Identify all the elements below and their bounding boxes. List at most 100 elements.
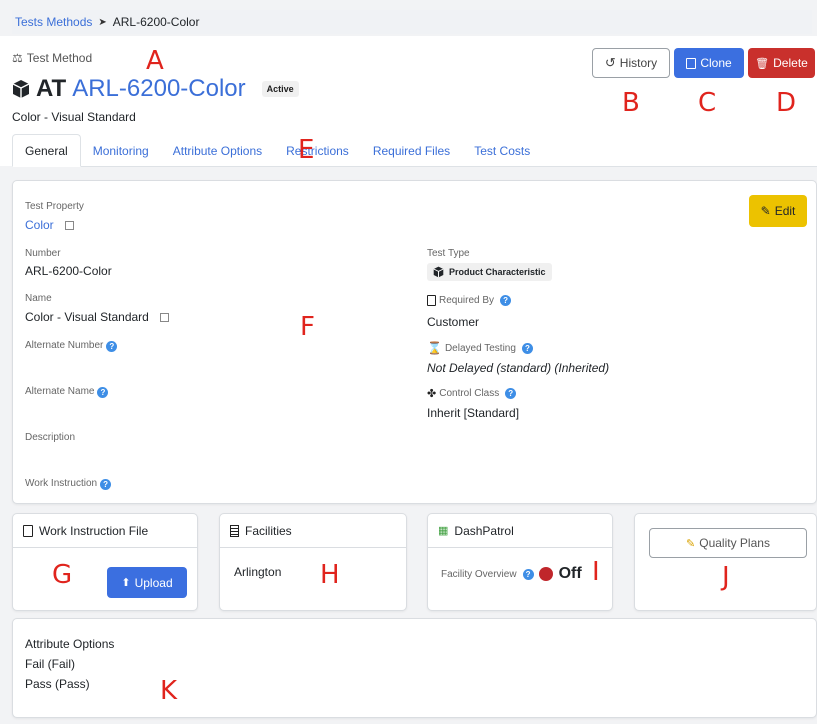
annotation-i: I — [592, 557, 600, 587]
annotation-e: E — [298, 135, 315, 165]
tab-general[interactable]: General — [12, 134, 81, 167]
id-badge-icon — [427, 295, 436, 306]
control-class-label: ✤ Control Class? — [427, 387, 517, 400]
facility-name: Arlington — [234, 565, 282, 579]
annotation-c: C — [698, 88, 717, 118]
test-type-label: Test Type — [427, 248, 470, 259]
edit-square-icon: ✎ — [686, 537, 696, 550]
name-value-row: Color - Visual Standard — [25, 310, 170, 324]
annotation-g: G — [52, 560, 73, 590]
attribute-option-item: Fail (Fail) — [25, 657, 75, 671]
copy-icon[interactable] — [65, 221, 75, 230]
alternate-number-label: Alternate Number? — [25, 340, 118, 352]
breadcrumb-tests-methods-link[interactable]: Tests Methods — [15, 15, 92, 29]
facilities-title: Facilities — [245, 523, 292, 538]
help-icon[interactable]: ? — [500, 295, 512, 306]
dashpatrol-header: ▦ DashPatrol — [428, 514, 612, 548]
edit-button[interactable]: ✎ Edit — [749, 195, 807, 227]
help-icon[interactable]: ? — [522, 568, 534, 580]
trash-icon: 🗑 — [755, 57, 770, 70]
help-icon[interactable]: ? — [106, 341, 118, 352]
control-class-label-text: Control Class — [439, 388, 500, 399]
general-card: ✎ Edit Test Property Color Number ARL-62… — [12, 180, 817, 504]
work-instruction-file-header: Work Instruction File — [13, 514, 197, 548]
dashpatrol-title: DashPatrol — [454, 523, 514, 538]
required-by-value: Customer — [427, 315, 480, 329]
help-icon[interactable]: ? — [521, 342, 533, 354]
attribute-options-card: Attribute Options Fail (Fail) Pass (Pass… — [12, 618, 817, 718]
alternate-number-label-text: Alternate Number — [25, 340, 104, 351]
history-button[interactable]: ↺ History — [592, 48, 670, 78]
work-instruction-label: Work Instruction? — [25, 478, 112, 490]
work-instruction-file-title: Work Instruction File — [39, 523, 149, 538]
tab-monitoring[interactable]: Monitoring — [81, 134, 161, 167]
facilities-header: Facilities — [220, 514, 406, 548]
facility-overview-label: Facility Overview — [441, 568, 517, 580]
history-button-label: History — [619, 56, 658, 70]
test-property-value-row: Color — [25, 218, 75, 232]
quality-plans-button[interactable]: ✎ Quality Plans — [649, 528, 807, 558]
cube-icon — [433, 266, 444, 278]
hourglass-icon: ⌛ — [427, 341, 442, 355]
delayed-testing-value: Not Delayed (standard) (Inherited) — [427, 361, 610, 375]
pencil-icon: ✎ — [760, 204, 771, 218]
copy-icon[interactable] — [160, 313, 170, 322]
section-label: ⚖ Test Method — [12, 51, 92, 65]
test-property-link[interactable]: Color — [25, 218, 54, 232]
alternate-name-label: Alternate Name? — [25, 386, 109, 398]
name-value: Color - Visual Standard — [25, 310, 149, 324]
control-class-value: Inherit [Standard] — [427, 406, 520, 420]
annotation-a: A — [146, 46, 164, 76]
grid-icon: ▦ — [438, 525, 449, 537]
required-by-label: Required By? — [427, 295, 512, 306]
building-icon — [230, 524, 239, 537]
page-subtitle: Color - Visual Standard — [12, 110, 136, 124]
title-text: ARL-6200-Color — [72, 75, 246, 102]
breadcrumb-separator-icon: ➤ — [98, 16, 107, 28]
edit-button-label: Edit — [774, 204, 796, 218]
help-icon[interactable]: ? — [100, 479, 112, 490]
annotation-d: D — [776, 88, 797, 118]
required-by-label-text: Required By — [439, 295, 495, 306]
help-icon[interactable]: ? — [97, 387, 109, 398]
help-icon[interactable]: ? — [505, 388, 517, 399]
attribute-option-item: Pass (Pass) — [25, 677, 90, 691]
cube-icon — [12, 79, 30, 99]
test-property-label: Test Property — [25, 201, 84, 212]
number-value: ARL-6200-Color — [25, 264, 112, 278]
tab-bar: General Monitoring Attribute Options Res… — [12, 134, 817, 167]
description-label: Description — [25, 432, 76, 443]
status-badge: Active — [261, 81, 299, 97]
upload-icon: ⬆ — [121, 577, 131, 589]
annotation-h: H — [320, 560, 340, 590]
breadcrumb-current: ARL-6200-Color — [112, 15, 200, 29]
tab-test-costs[interactable]: Test Costs — [462, 134, 542, 167]
annotation-f: F — [300, 312, 315, 342]
upload-button[interactable]: ⬆ Upload — [107, 567, 187, 598]
tab-attribute-options[interactable]: Attribute Options — [161, 134, 274, 167]
tab-restrictions[interactable]: Restrictions — [274, 134, 361, 167]
scale-icon: ⚖ — [12, 51, 23, 65]
file-icon — [23, 524, 33, 537]
work-instruction-file-card: Work Instruction File ⬆ Upload — [12, 513, 198, 611]
breadcrumb: Tests Methods ➤ ARL-6200-Color — [12, 10, 812, 34]
delete-button-label: Delete — [773, 56, 808, 70]
section-label-text: Test Method — [26, 51, 93, 65]
clone-button[interactable]: Clone — [674, 48, 744, 78]
annotation-b: B — [622, 88, 640, 118]
delete-button[interactable]: 🗑 Delete — [748, 48, 815, 78]
test-type-badge: Product Characteristic — [427, 263, 552, 281]
delayed-testing-label: ⌛ Delayed Testing? — [427, 341, 533, 355]
annotation-k: K — [160, 676, 178, 706]
page-title: AT ARL-6200-Color Active — [12, 75, 299, 103]
dashpatrol-card: ▦ DashPatrol Facility Overview ? Off — [427, 513, 613, 611]
facility-overview-state[interactable]: Off — [559, 565, 582, 583]
upload-button-label: Upload — [134, 575, 173, 590]
copy-icon — [686, 57, 697, 69]
work-instruction-label-text: Work Instruction — [25, 478, 98, 489]
facility-overview-row: Facility Overview ? Off — [441, 565, 582, 583]
tab-required-files[interactable]: Required Files — [361, 134, 462, 167]
facilities-card: Facilities Arlington — [219, 513, 407, 611]
status-dot-icon — [538, 567, 553, 581]
clone-button-label: Clone — [700, 56, 732, 70]
